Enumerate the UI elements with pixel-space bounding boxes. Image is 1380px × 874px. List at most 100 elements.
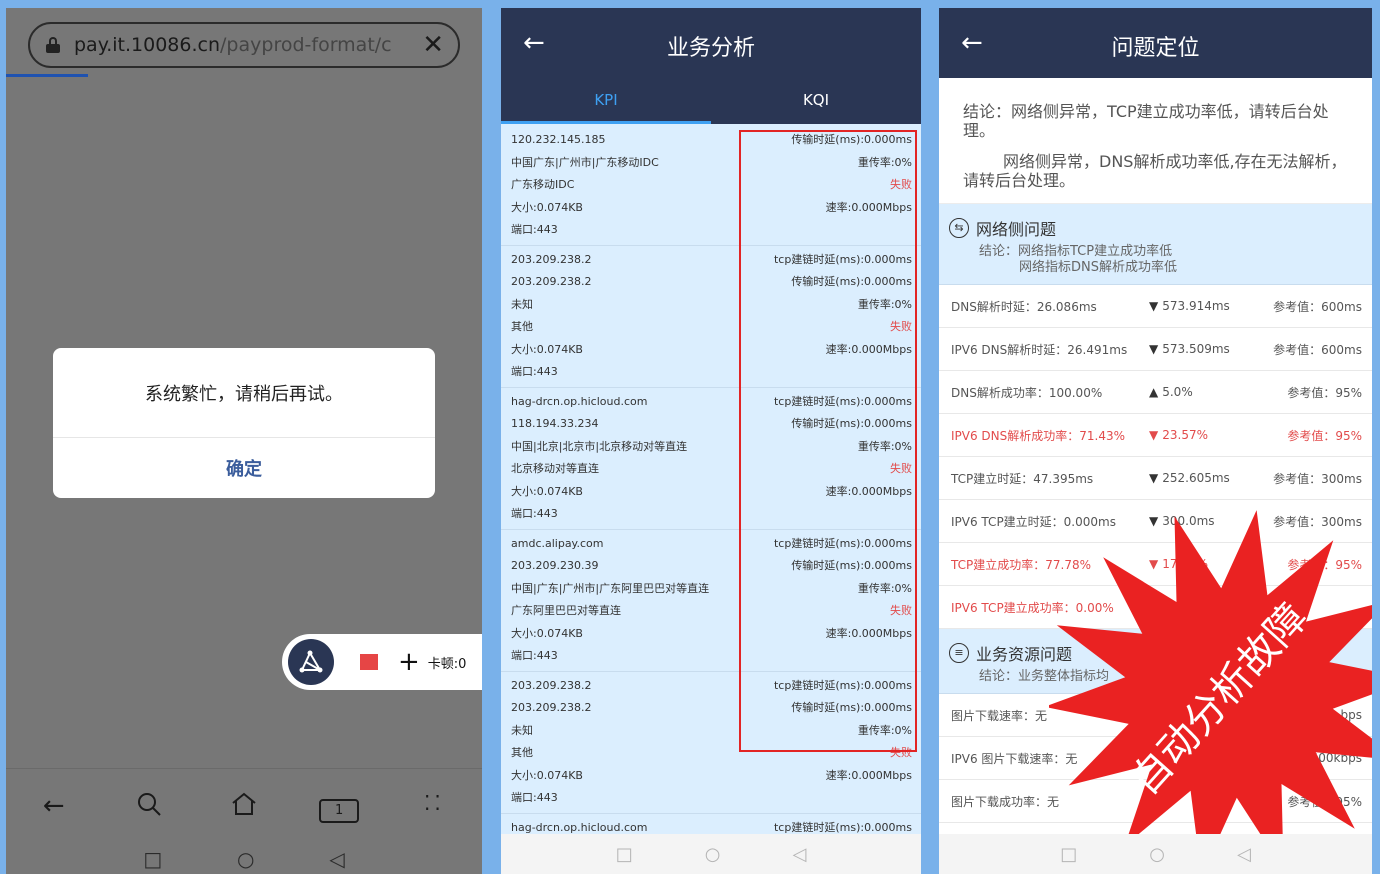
record-left-text: 其他 [511, 746, 533, 759]
record-left-text: hag-drcn.op.hicloud.com [511, 394, 648, 408]
system-nav-bar: □ ○ ◁ [939, 834, 1372, 874]
home-circle-icon[interactable]: ○ [1149, 844, 1165, 865]
url-text[interactable]: pay.it.10086.cn/payprod-format/c [74, 34, 404, 56]
metric-delta: ▼ 23.57% [1149, 428, 1259, 442]
metric-delta: ▼ 252.605ms [1149, 471, 1259, 485]
metric-reference: 参考值：95% [1287, 428, 1362, 443]
metric-reference: 参考值：600ms [1273, 299, 1362, 314]
metric-row[interactable]: DNS解析成功率：100.00% ▲ 5.0% 参考值：95% [939, 371, 1372, 414]
conclusion-line: 网络侧异常，DNS解析成功率低,存在无法解析，请转后台处理。 [963, 152, 1347, 190]
url-bar[interactable]: pay.it.10086.cn/payprod-format/c ✕ [28, 22, 460, 68]
triangle-down-icon: ▼ [1149, 299, 1159, 313]
metric-reference: 参考值：300ms [1273, 471, 1362, 486]
app-logo-icon[interactable] [288, 639, 334, 685]
back-triangle-icon[interactable]: ◁ [792, 844, 806, 865]
auto-analysis-stamp: 自动分析故障 [1049, 510, 1372, 874]
record-left-text: 广东阿里巴巴对等直连 [511, 604, 621, 617]
tabs-button[interactable]: 1 [319, 791, 360, 824]
error-dialog: 系统繁忙，请稍后再试。 确定 [53, 348, 435, 498]
record-left-text: 其他 [511, 320, 533, 333]
metric-delta: ▲ 5.0% [1149, 385, 1259, 399]
page-load-progress [6, 74, 88, 77]
record-left-text: 大小:0.074KB [511, 626, 583, 640]
home-circle-icon[interactable]: ○ [237, 847, 254, 871]
page-title: 业务分析 [666, 36, 755, 61]
record-left-text: 广东移动IDC [511, 178, 575, 191]
record-left-text: 端口:443 [511, 649, 558, 662]
home-circle-icon[interactable]: ○ [705, 844, 721, 865]
record-left-text: 203.209.230.39 [511, 559, 599, 572]
back-triangle-icon[interactable]: ◁ [329, 847, 344, 871]
metric-name: IPV6 DNS解析时延：26.491ms [951, 342, 1128, 357]
more-icon[interactable]: ⁚⁚ [414, 791, 454, 824]
recents-icon[interactable]: □ [143, 847, 162, 871]
locate-panel: ← 问题定位 结论：网络侧异常，TCP建立成功率低，请转后台处理。 网络侧异常，… [939, 8, 1372, 874]
section-conclusion: 结论：网络指标TCP建立成功率低 [979, 244, 1173, 259]
lock-icon [46, 37, 60, 53]
locate-header: ← 问题定位 [939, 8, 1372, 78]
metric-name: IPV6 DNS解析成功率：71.43% [951, 428, 1126, 443]
metric-row[interactable]: IPV6 DNS解析成功率：71.43% ▼ 23.57% 参考值：95% [939, 414, 1372, 457]
back-arrow-icon[interactable]: ← [34, 791, 74, 824]
record-left-text: 端口:443 [511, 365, 558, 378]
metric-row[interactable]: TCP建立时延：47.395ms ▼ 252.605ms 参考值：300ms [939, 457, 1372, 500]
analysis-panel: ← 业务分析 KPI KQI 120.232.145.185 传输时延(ms):0… [501, 8, 921, 874]
section-title: 网络侧问题 [976, 220, 1057, 239]
triangle-up-icon: ▲ [1149, 385, 1159, 399]
metric-name: DNS解析成功率：100.00% [951, 385, 1103, 400]
record-left-text: 203.209.238.2 [511, 678, 592, 692]
triangle-down-icon: ▼ [1149, 471, 1159, 485]
floating-recorder-toolbar: + 卡顿:0 [282, 634, 482, 690]
metric-delta-value: 573.914ms [1162, 299, 1230, 313]
record-left-text: 203.209.238.2 [511, 275, 592, 288]
section-conclusion: 网络指标DNS解析成功率低 [1019, 260, 1177, 275]
record-right-text: 速率:0.000Mbps [825, 768, 912, 782]
back-triangle-icon[interactable]: ◁ [1237, 844, 1251, 865]
tab-kpi[interactable]: KPI [501, 91, 711, 124]
metric-reference: 参考值：600ms [1273, 342, 1362, 357]
record-left-text: 203.209.238.2 [511, 701, 592, 714]
list-item[interactable]: hag-drcn.op.hicloud.com tcp建链时延(ms):0.000… [501, 814, 921, 835]
add-icon[interactable]: + [398, 647, 420, 677]
metric-delta: ▼ 573.509ms [1149, 342, 1259, 356]
system-nav-bar: □ ○ ◁ [501, 834, 921, 874]
search-icon[interactable] [129, 791, 169, 824]
close-icon[interactable]: ✕ [422, 30, 444, 60]
tab-kqi[interactable]: KQI [711, 91, 921, 124]
metric-row[interactable]: IPV6 DNS解析时延：26.491ms ▼ 573.509ms 参考值：600ms [939, 328, 1372, 371]
recents-icon[interactable]: □ [1060, 844, 1077, 865]
metric-reference: 参考值：95% [1287, 385, 1362, 400]
recents-icon[interactable]: □ [616, 844, 633, 865]
record-right-text: tcp建链时延(ms):0.000ms [773, 820, 912, 834]
metric-delta-value: 23.57% [1162, 428, 1208, 442]
record-left-text: amdc.alipay.com [511, 536, 604, 550]
lag-counter: 卡顿:0 [427, 656, 467, 672]
record-left-text: 大小:0.074KB [511, 342, 583, 356]
analysis-header: ← 业务分析 KPI KQI [501, 8, 921, 124]
record-left-text: 端口:443 [511, 791, 558, 804]
record-left-text: 端口:443 [511, 223, 558, 236]
highlight-box [739, 130, 917, 752]
metric-name: DNS解析时延：26.086ms [951, 299, 1097, 314]
metric-delta-value: 5.0% [1162, 385, 1193, 399]
record-left-text: 大小:0.074KB [511, 484, 583, 498]
record-left-text: 203.209.238.2 [511, 252, 592, 266]
triangle-down-icon: ▼ [1149, 428, 1159, 442]
record-left-text: 中国|北京|北京市|北京移动对等直连 [511, 439, 688, 453]
network-icon: ⇆ [949, 218, 969, 238]
resource-icon: ≡ [949, 643, 969, 663]
dialog-confirm-button[interactable]: 确定 [53, 438, 435, 498]
dialog-message: 系统繁忙，请稍后再试。 [53, 348, 435, 438]
stop-record-button[interactable] [360, 654, 378, 670]
metric-delta-value: 573.509ms [1162, 342, 1230, 356]
metric-row[interactable]: DNS解析时延：26.086ms ▼ 573.914ms 参考值：600ms [939, 285, 1372, 328]
home-icon[interactable] [224, 791, 264, 824]
triangle-down-icon: ▼ [1149, 342, 1159, 356]
browser-panel: pay.it.10086.cn/payprod-format/c ✕ 系统繁忙，… [6, 8, 482, 874]
record-left-text: 端口:443 [511, 507, 558, 520]
system-nav-bar: □ ○ ◁ [6, 847, 482, 871]
record-left-text: 118.194.33.234 [511, 417, 599, 430]
network-issue-section[interactable]: ⇆ 网络侧问题 结论：网络指标TCP建立成功率低 网络指标DNS解析成功率低 [939, 204, 1372, 285]
record-left-text: 北京移动对等直连 [511, 462, 599, 475]
browser-bottom-bar: ← 1 ⁚⁚ □ ○ ◁ [6, 768, 482, 874]
